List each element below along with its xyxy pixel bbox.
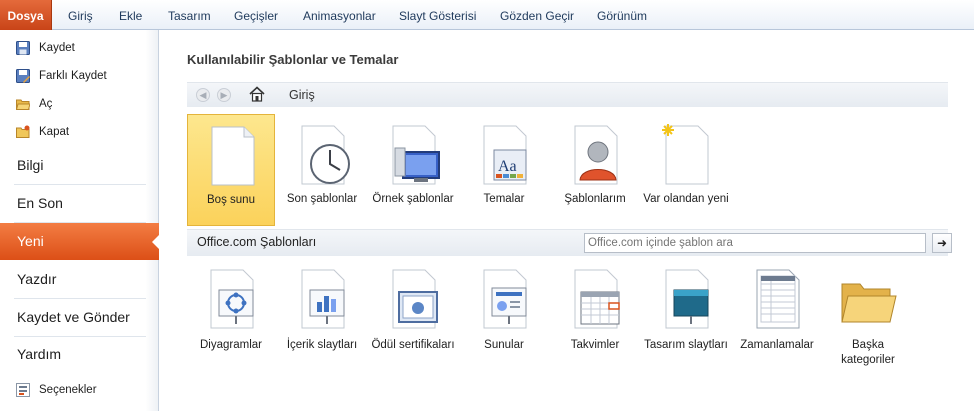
clock-icon xyxy=(301,125,350,185)
office-template-schedules[interactable]: Zamanlamalar xyxy=(733,262,821,372)
theme-icon: Aa xyxy=(483,125,527,185)
calendar-icon xyxy=(574,269,620,329)
home-icon[interactable] xyxy=(249,86,265,102)
office-templates-label: Office.com Şablonları xyxy=(197,235,317,249)
template-label: Zamanlamalar xyxy=(740,339,814,351)
template-label: Başka kategoriler xyxy=(841,339,895,366)
template-blank-presentation[interactable]: Boş sunu xyxy=(187,114,275,226)
new-from-existing-icon xyxy=(662,124,709,185)
template-label: Örnek şablonlar xyxy=(372,193,454,205)
svg-text:Aa: Aa xyxy=(498,158,517,175)
template-recent[interactable]: Son şablonlar xyxy=(278,114,366,226)
template-label: Sunular xyxy=(484,339,524,351)
backstage-menu: Kaydet Farklı Kaydet Aç Kapat Bilgi En S… xyxy=(0,30,160,411)
presentation-icon xyxy=(483,269,527,329)
tab-view[interactable]: Görünüm xyxy=(597,0,647,30)
template-sample[interactable]: Örnek şablonlar xyxy=(369,114,457,226)
backstage-item-recent[interactable]: En Son xyxy=(0,185,159,222)
diagram-icon xyxy=(210,269,254,329)
open-label: Aç xyxy=(39,98,53,110)
template-label: Son şablonlar xyxy=(286,193,358,205)
office-template-presentations[interactable]: Sunular xyxy=(460,262,548,372)
close-folder-icon xyxy=(16,125,30,138)
template-label: Ödül sertifikaları xyxy=(371,339,455,351)
search-go-button[interactable]: ➜ xyxy=(932,233,952,253)
monitor-icon xyxy=(392,125,440,185)
folder-icon xyxy=(841,283,897,323)
office-template-content-slides[interactable]: İçerik slaytları xyxy=(278,262,366,372)
forward-button[interactable]: ▶ xyxy=(217,88,231,102)
arrow-right-icon: ➜ xyxy=(936,236,948,250)
save-as-icon xyxy=(16,69,30,83)
panel-heading: Kullanılabilir Şablonlar ve Temalar xyxy=(187,52,399,67)
template-label: Diyagramlar xyxy=(200,339,262,351)
template-label: Var olandan yeni xyxy=(643,193,729,205)
close-label: Kapat xyxy=(39,126,70,138)
tab-slide-show[interactable]: Slayt Gösterisi xyxy=(399,0,476,30)
backstage-item-save-send[interactable]: Kaydet ve Gönder xyxy=(0,299,159,336)
content-slide-icon xyxy=(301,269,345,329)
save-label: Kaydet xyxy=(39,42,75,54)
template-label: İçerik slaytları xyxy=(286,339,358,351)
template-my-templates[interactable]: Şablonlarım xyxy=(551,114,639,226)
back-button[interactable]: ◀ xyxy=(196,88,210,102)
template-new-from-existing[interactable]: Var olandan yeni xyxy=(642,114,730,226)
tab-insert[interactable]: Ekle xyxy=(119,0,142,30)
options-label: Seçenekler xyxy=(39,384,97,396)
office-templates-bar: Office.com Şablonları ➜ xyxy=(187,229,952,256)
template-label: Takvimler xyxy=(570,339,620,351)
backstage-item-print[interactable]: Yazdır xyxy=(0,261,159,298)
tab-design[interactable]: Tasarım xyxy=(168,0,211,30)
backstage-item-help[interactable]: Yardım xyxy=(0,336,159,373)
tab-transitions[interactable]: Geçişler xyxy=(234,0,278,30)
backstage-item-new[interactable]: Yeni xyxy=(0,223,160,260)
save-as-label: Farklı Kaydet xyxy=(39,70,107,82)
template-themes[interactable]: Aa Temalar xyxy=(460,114,548,226)
template-search-input[interactable] xyxy=(584,233,926,253)
tab-review[interactable]: Gözden Geçir xyxy=(500,0,574,30)
tab-animations[interactable]: Animasyonlar xyxy=(303,0,376,30)
template-navigation-bar: ◀ ▶ Giriş xyxy=(187,82,948,107)
template-label: Şablonlarım xyxy=(564,193,626,205)
template-label: Boş sunu xyxy=(207,194,255,206)
tab-home[interactable]: Giriş xyxy=(68,0,93,30)
office-template-design-slides[interactable]: Tasarım slaytları xyxy=(642,262,730,372)
user-icon xyxy=(574,125,618,185)
nav-location-label: Giriş xyxy=(289,88,315,102)
save-icon xyxy=(16,41,30,55)
template-label: Tasarım slaytları xyxy=(644,339,728,351)
design-slide-icon xyxy=(665,269,709,329)
office-template-diagrams[interactable]: Diyagramlar xyxy=(187,262,275,372)
office-template-more-categories[interactable]: Başka kategoriler xyxy=(824,262,912,372)
blank-document-icon xyxy=(211,126,255,186)
office-template-award-certificates[interactable]: Ödül sertifikaları xyxy=(369,262,457,372)
schedule-icon xyxy=(756,269,800,329)
certificate-icon xyxy=(392,269,438,329)
backstage-item-info[interactable]: Bilgi xyxy=(0,147,159,184)
new-presentation-panel: Kullanılabilir Şablonlar ve Temalar ◀ ▶ … xyxy=(160,30,974,411)
options-icon xyxy=(16,383,30,397)
office-template-calendars[interactable]: Takvimler xyxy=(551,262,639,372)
template-label: Temalar xyxy=(483,193,525,205)
tab-file[interactable]: Dosya xyxy=(0,0,52,30)
open-folder-icon xyxy=(16,99,30,110)
ribbon-tab-bar: Dosya Giriş Ekle Tasarım Geçişler Animas… xyxy=(0,0,974,30)
